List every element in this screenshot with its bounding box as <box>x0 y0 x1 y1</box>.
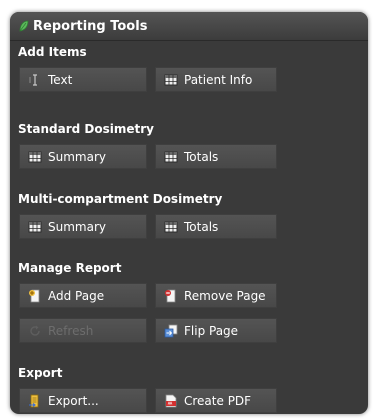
text-button[interactable]: Text <box>19 67 147 92</box>
refresh-button[interactable]: Refresh <box>19 318 147 343</box>
standard-totals-button[interactable]: Totals <box>155 144 277 169</box>
section-label-multi-compartment-dosimetry: Multi-compartment Dosimetry <box>18 192 223 206</box>
patient-info-button[interactable]: Patient Info <box>155 67 277 92</box>
section-label-standard-dosimetry: Standard Dosimetry <box>18 122 154 136</box>
panel-header: Reporting Tools <box>10 12 368 41</box>
add-page-button[interactable]: Add Page <box>19 283 147 308</box>
create-pdf-button-label: Create PDF <box>184 393 252 408</box>
remove-page-icon <box>165 289 176 302</box>
refresh-button-label: Refresh <box>48 323 94 338</box>
refresh-icon <box>30 325 40 336</box>
remove-page-button-label: Remove Page <box>184 288 266 303</box>
multi-summary-button[interactable]: Summary <box>19 214 147 239</box>
add-page-button-label: Add Page <box>48 288 105 303</box>
flip-page-button-label: Flip Page <box>184 323 239 338</box>
section-label-add-items: Add Items <box>18 45 87 59</box>
export-button-label: Export... <box>48 393 99 408</box>
table-icon <box>164 74 178 85</box>
standard-totals-button-label: Totals <box>184 149 219 164</box>
text-cursor-icon <box>29 73 37 86</box>
standard-summary-button-label: Summary <box>48 149 106 164</box>
multi-totals-button-label: Totals <box>184 219 219 234</box>
table-icon <box>164 151 178 162</box>
pdf-icon <box>165 394 177 407</box>
create-pdf-button[interactable]: Create PDF <box>155 388 277 413</box>
reporting-tools-panel: Reporting Tools Add Items Text Patient I… <box>10 12 368 414</box>
panel-title: Reporting Tools <box>33 19 148 34</box>
export-button[interactable]: Export... <box>19 388 147 413</box>
standard-summary-button[interactable]: Summary <box>19 144 147 169</box>
patient-info-button-label: Patient Info <box>184 72 253 87</box>
text-button-label: Text <box>48 72 73 87</box>
add-page-icon <box>29 289 40 302</box>
remove-page-button[interactable]: Remove Page <box>155 283 277 308</box>
multi-totals-button[interactable]: Totals <box>155 214 277 239</box>
flip-page-icon <box>164 324 178 337</box>
flip-page-button[interactable]: Flip Page <box>155 318 277 343</box>
table-icon <box>28 151 42 162</box>
table-icon <box>28 221 42 232</box>
table-icon <box>164 221 178 232</box>
section-label-export: Export <box>18 366 63 380</box>
leaf-icon <box>19 20 29 32</box>
multi-summary-button-label: Summary <box>48 219 106 234</box>
section-label-manage-report: Manage Report <box>18 261 122 275</box>
export-icon <box>29 394 39 407</box>
